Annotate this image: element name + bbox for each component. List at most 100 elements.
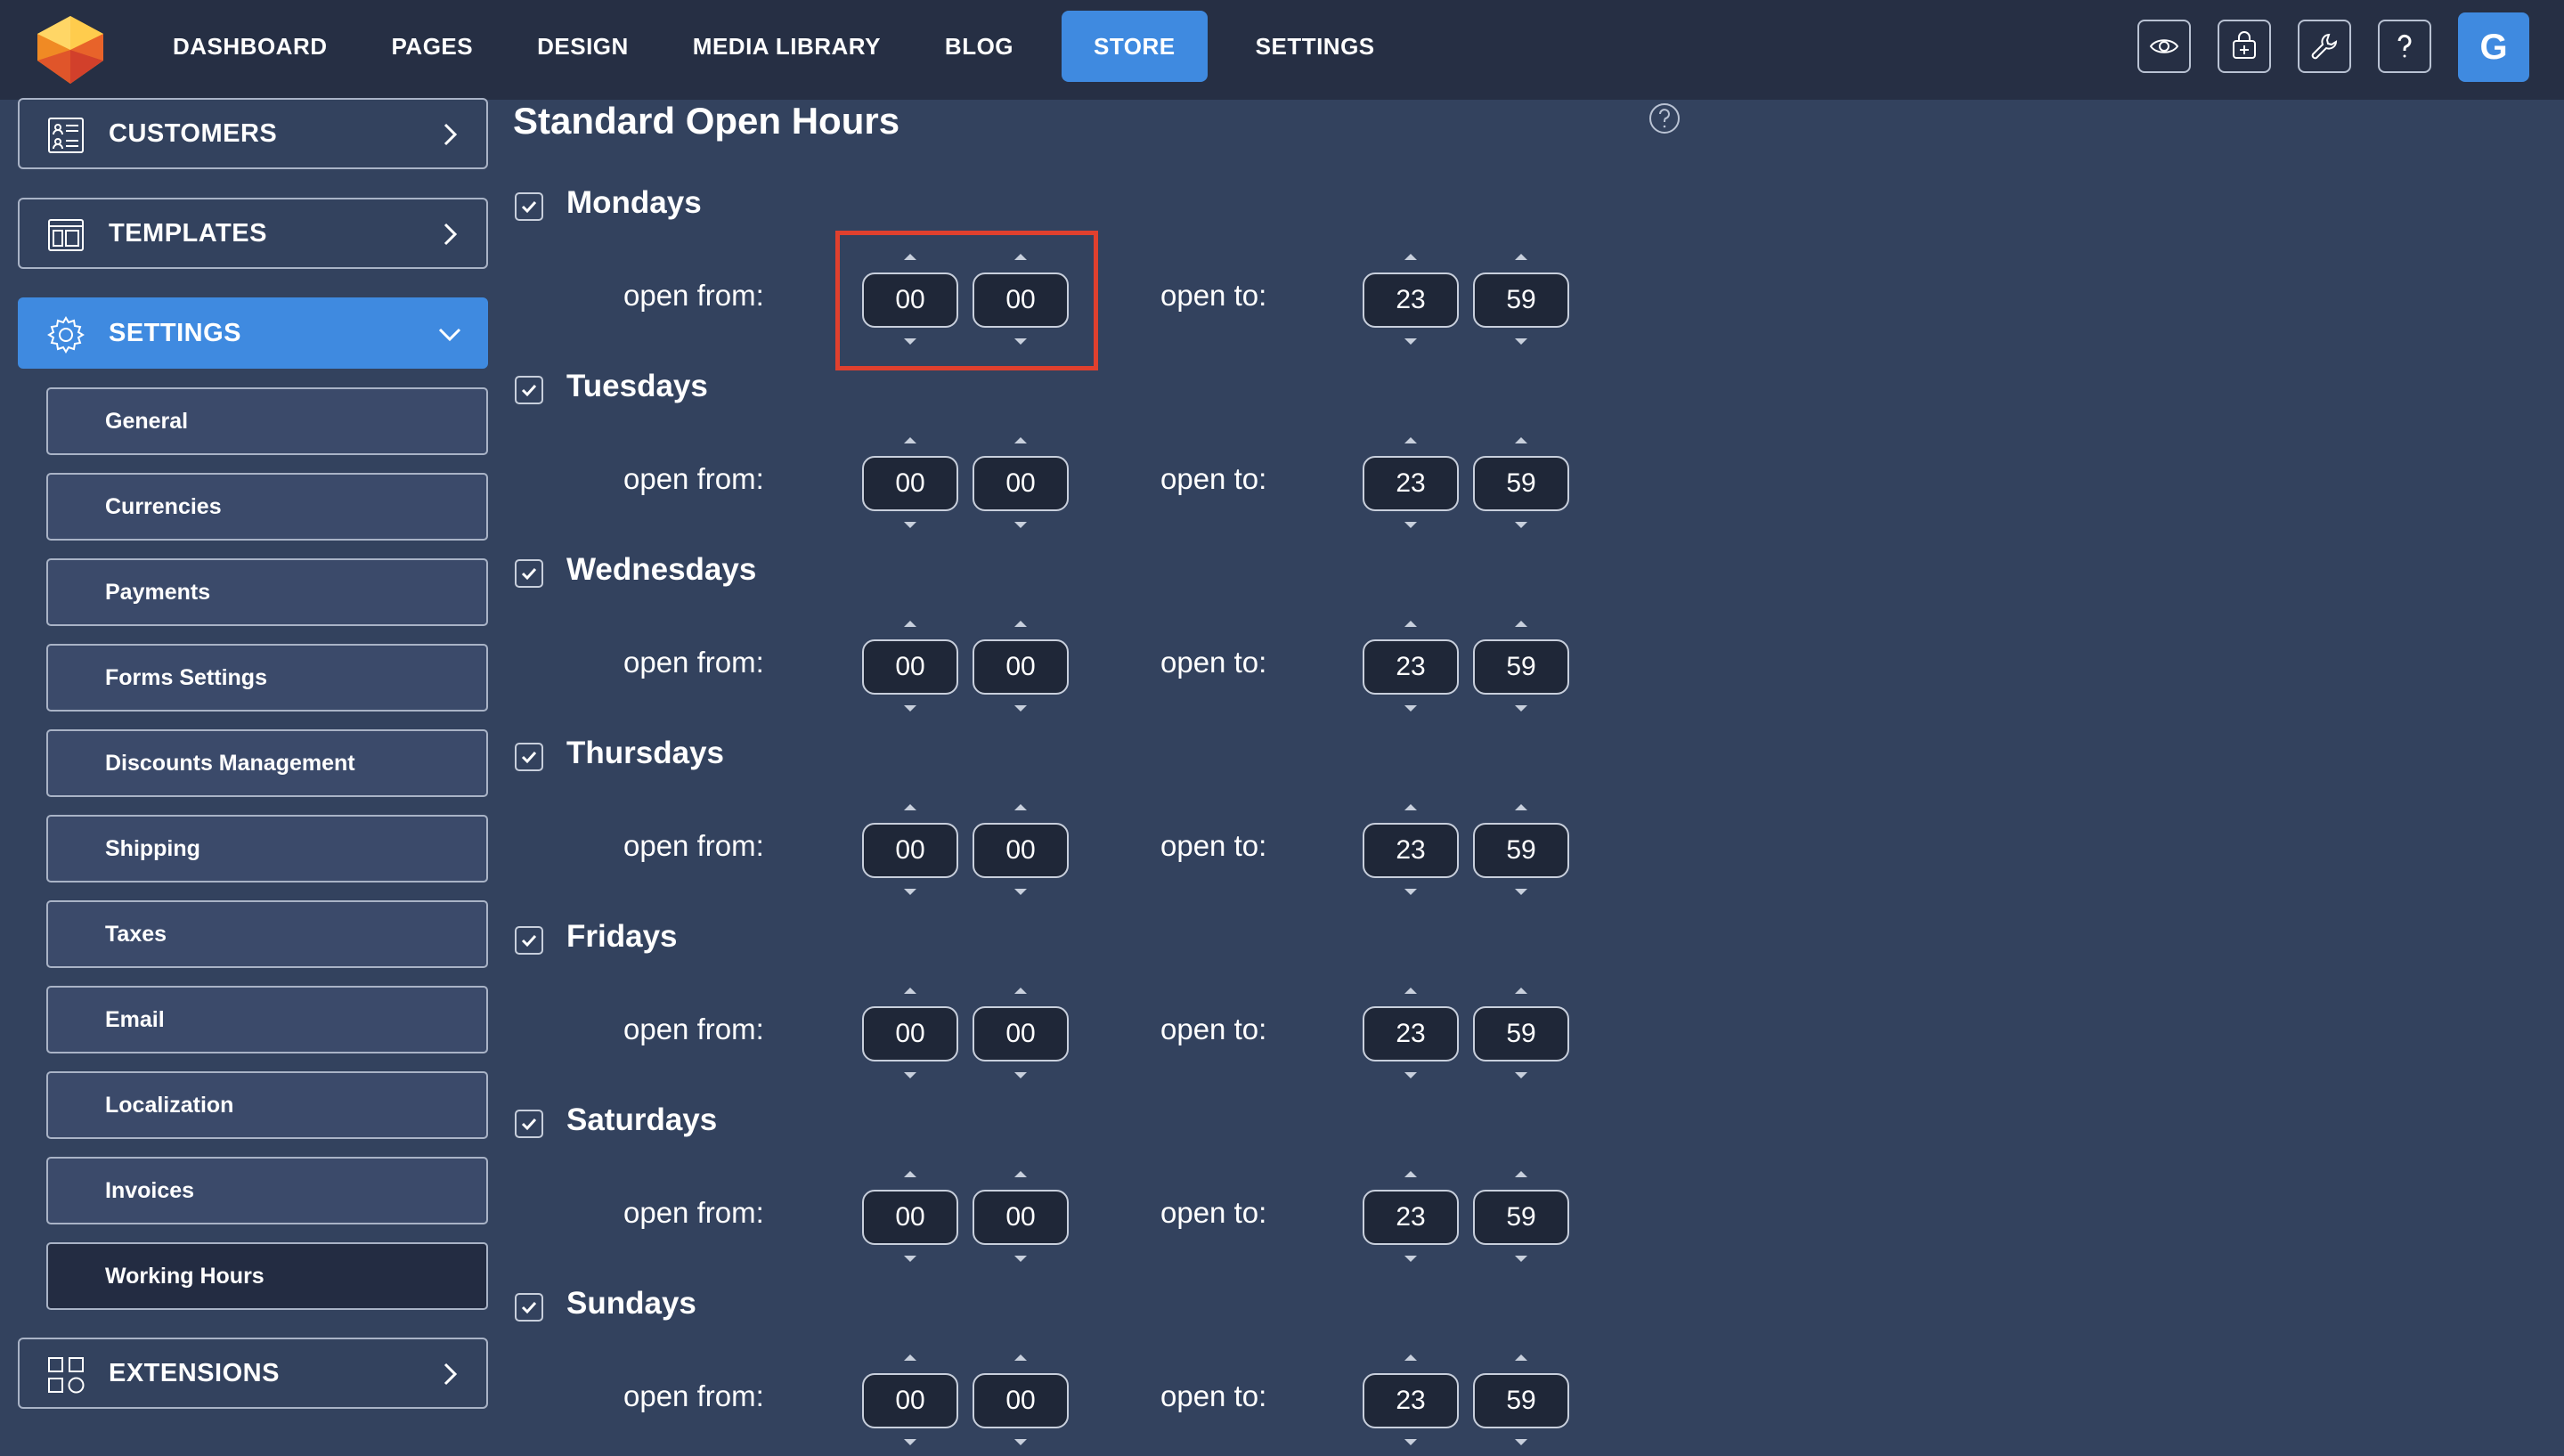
sidebar-item-invoices[interactable]: Invoices xyxy=(46,1157,488,1224)
sidebar-item-working-hours[interactable]: Working Hours xyxy=(46,1242,488,1310)
open-from-minutes-input[interactable]: 00 xyxy=(973,1190,1069,1245)
open-to-hours-input[interactable]: 23 xyxy=(1363,1373,1459,1428)
open-from-hours-input[interactable]: 00 xyxy=(862,1373,958,1428)
increment-arrow-icon[interactable] xyxy=(1404,804,1417,810)
nav-store[interactable]: STORE xyxy=(1062,11,1208,82)
decrement-arrow-icon[interactable] xyxy=(904,522,916,528)
store-add-button[interactable] xyxy=(2218,20,2271,73)
decrement-arrow-icon[interactable] xyxy=(1014,1072,1027,1078)
increment-arrow-icon[interactable] xyxy=(1515,1354,1527,1361)
increment-arrow-icon[interactable] xyxy=(904,988,916,994)
open-to-minutes-input[interactable]: 59 xyxy=(1473,272,1569,328)
decrement-arrow-icon[interactable] xyxy=(904,1439,916,1445)
open-to-hours-input[interactable]: 23 xyxy=(1363,1190,1459,1245)
decrement-arrow-icon[interactable] xyxy=(1515,889,1527,895)
day-checkbox-tuesdays[interactable] xyxy=(515,376,543,404)
increment-arrow-icon[interactable] xyxy=(1404,437,1417,443)
open-to-minutes-input[interactable]: 59 xyxy=(1473,1373,1569,1428)
tools-button[interactable] xyxy=(2298,20,2351,73)
decrement-arrow-icon[interactable] xyxy=(1014,522,1027,528)
increment-arrow-icon[interactable] xyxy=(1014,988,1027,994)
open-from-minutes-input[interactable]: 00 xyxy=(973,456,1069,511)
increment-arrow-icon[interactable] xyxy=(1014,1171,1027,1177)
increment-arrow-icon[interactable] xyxy=(904,437,916,443)
sidebar-item-forms-settings[interactable]: Forms Settings xyxy=(46,644,488,712)
open-from-hours-input[interactable]: 00 xyxy=(862,1006,958,1061)
decrement-arrow-icon[interactable] xyxy=(1515,1439,1527,1445)
open-to-minutes-input[interactable]: 59 xyxy=(1473,1190,1569,1245)
day-checkbox-fridays[interactable] xyxy=(515,926,543,955)
decrement-arrow-icon[interactable] xyxy=(1404,1256,1417,1262)
nav-blog[interactable]: BLOG xyxy=(929,11,1030,82)
open-from-hours-input[interactable]: 00 xyxy=(862,1190,958,1245)
decrement-arrow-icon[interactable] xyxy=(1515,338,1527,345)
nav-design[interactable]: DESIGN xyxy=(521,11,645,82)
nav-settings[interactable]: SETTINGS xyxy=(1240,11,1391,82)
increment-arrow-icon[interactable] xyxy=(1014,621,1027,627)
open-to-minutes-input[interactable]: 59 xyxy=(1473,1006,1569,1061)
increment-arrow-icon[interactable] xyxy=(1515,254,1527,260)
increment-arrow-icon[interactable] xyxy=(1014,437,1027,443)
increment-arrow-icon[interactable] xyxy=(1515,1171,1527,1177)
nav-pages[interactable]: PAGES xyxy=(376,11,490,82)
open-from-minutes-input[interactable]: 00 xyxy=(973,639,1069,695)
increment-arrow-icon[interactable] xyxy=(1515,437,1527,443)
preview-button[interactable] xyxy=(2137,20,2191,73)
increment-arrow-icon[interactable] xyxy=(1404,988,1417,994)
increment-arrow-icon[interactable] xyxy=(1404,1171,1417,1177)
open-to-hours-input[interactable]: 23 xyxy=(1363,272,1459,328)
decrement-arrow-icon[interactable] xyxy=(1404,1072,1417,1078)
decrement-arrow-icon[interactable] xyxy=(1014,889,1027,895)
decrement-arrow-icon[interactable] xyxy=(904,889,916,895)
increment-arrow-icon[interactable] xyxy=(1014,1354,1027,1361)
day-checkbox-mondays[interactable] xyxy=(515,192,543,221)
decrement-arrow-icon[interactable] xyxy=(904,705,916,712)
decrement-arrow-icon[interactable] xyxy=(1014,1439,1027,1445)
increment-arrow-icon[interactable] xyxy=(904,1354,916,1361)
decrement-arrow-icon[interactable] xyxy=(1014,1256,1027,1262)
day-checkbox-sundays[interactable] xyxy=(515,1293,543,1322)
increment-arrow-icon[interactable] xyxy=(1404,1354,1417,1361)
increment-arrow-icon[interactable] xyxy=(1515,988,1527,994)
increment-arrow-icon[interactable] xyxy=(904,1171,916,1177)
sidebar-extensions[interactable]: EXTENSIONS xyxy=(18,1338,488,1409)
open-from-minutes-input[interactable]: 00 xyxy=(973,1006,1069,1061)
increment-arrow-icon[interactable] xyxy=(1014,254,1027,260)
decrement-arrow-icon[interactable] xyxy=(904,1072,916,1078)
increment-arrow-icon[interactable] xyxy=(904,621,916,627)
sidebar-item-shipping[interactable]: Shipping xyxy=(46,815,488,883)
decrement-arrow-icon[interactable] xyxy=(1404,705,1417,712)
increment-arrow-icon[interactable] xyxy=(904,254,916,260)
decrement-arrow-icon[interactable] xyxy=(1404,522,1417,528)
decrement-arrow-icon[interactable] xyxy=(1404,889,1417,895)
nav-dashboard[interactable]: DASHBOARD xyxy=(157,11,344,82)
decrement-arrow-icon[interactable] xyxy=(904,338,916,345)
open-to-hours-input[interactable]: 23 xyxy=(1363,639,1459,695)
open-to-hours-input[interactable]: 23 xyxy=(1363,823,1459,878)
open-from-hours-input[interactable]: 00 xyxy=(862,272,958,328)
decrement-arrow-icon[interactable] xyxy=(1014,338,1027,345)
sidebar-item-general[interactable]: General xyxy=(46,387,488,455)
sidebar-item-email[interactable]: Email xyxy=(46,986,488,1053)
user-avatar[interactable]: G xyxy=(2458,12,2529,82)
increment-arrow-icon[interactable] xyxy=(1404,621,1417,627)
decrement-arrow-icon[interactable] xyxy=(1014,705,1027,712)
decrement-arrow-icon[interactable] xyxy=(904,1256,916,1262)
decrement-arrow-icon[interactable] xyxy=(1404,1439,1417,1445)
day-checkbox-wednesdays[interactable] xyxy=(515,559,543,588)
increment-arrow-icon[interactable] xyxy=(1404,254,1417,260)
open-from-hours-input[interactable]: 00 xyxy=(862,456,958,511)
help-button[interactable] xyxy=(2378,20,2431,73)
open-from-hours-input[interactable]: 00 xyxy=(862,639,958,695)
sidebar-customers[interactable]: CUSTOMERS xyxy=(18,98,488,169)
open-to-minutes-input[interactable]: 59 xyxy=(1473,456,1569,511)
sidebar-item-payments[interactable]: Payments xyxy=(46,558,488,626)
open-from-minutes-input[interactable]: 00 xyxy=(973,272,1069,328)
day-checkbox-thursdays[interactable] xyxy=(515,743,543,771)
nav-media-library[interactable]: MEDIA LIBRARY xyxy=(677,11,897,82)
help-circle-icon[interactable] xyxy=(1648,102,1681,135)
decrement-arrow-icon[interactable] xyxy=(1515,1072,1527,1078)
sidebar-item-taxes[interactable]: Taxes xyxy=(46,900,488,968)
decrement-arrow-icon[interactable] xyxy=(1515,522,1527,528)
increment-arrow-icon[interactable] xyxy=(1515,621,1527,627)
